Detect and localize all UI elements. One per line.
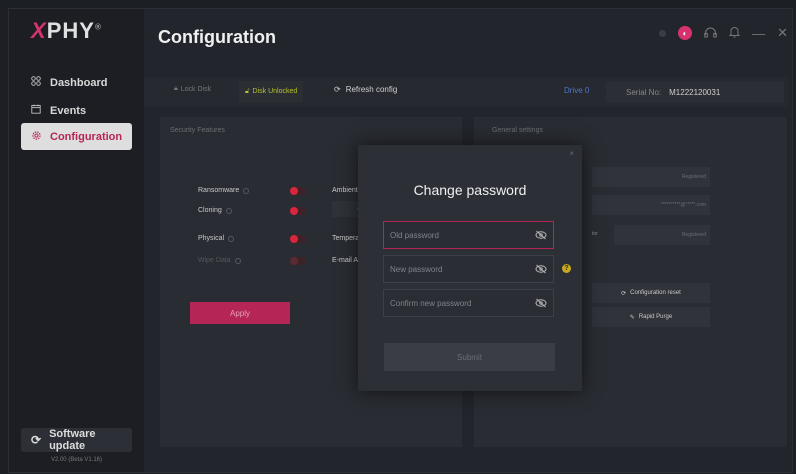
sidebar-item-dashboard[interactable]: Dashboard [21, 69, 132, 96]
ransomware-toggle[interactable] [290, 187, 306, 195]
sidebar: XPHY® Dashboard Events Configuration ⟳ S… [9, 9, 144, 472]
registration-status-2: Registered [614, 225, 710, 245]
info-icon[interactable] [228, 235, 235, 242]
refresh-icon: ⟳ [621, 290, 627, 297]
new-password-field[interactable] [383, 255, 554, 283]
minimize-icon[interactable]: — [752, 26, 765, 41]
physical-toggle[interactable] [290, 235, 306, 243]
info-icon[interactable] [225, 207, 232, 214]
close-icon[interactable]: × [569, 149, 574, 158]
disk-unlocked-button[interactable]: 🔓︎ Disk Unlocked [239, 81, 304, 102]
refresh-icon: ⟳ [334, 85, 341, 94]
gear-icon [29, 130, 43, 144]
brush-icon: ✎ [629, 314, 635, 321]
bell-icon[interactable] [728, 26, 741, 41]
close-icon[interactable]: ✕ [777, 25, 788, 41]
serial-number: Serial No: M1222120031 [606, 82, 784, 102]
refresh-icon: ⟳ [31, 433, 42, 447]
help-icon[interactable]: ? [562, 264, 571, 273]
eye-off-icon[interactable] [535, 230, 547, 240]
drive-selector[interactable]: Drive 0 [564, 86, 589, 95]
old-password-field[interactable] [383, 221, 554, 249]
confirm-password-input[interactable] [390, 298, 530, 308]
eye-off-icon[interactable] [535, 298, 547, 308]
sidebar-item-label: Events [50, 104, 87, 117]
configuration-reset-button[interactable]: ⟳ Configuration reset [592, 283, 710, 303]
rapid-purge-button[interactable]: ✎ Rapid Purge [592, 307, 710, 327]
ambient-label: Ambient [332, 187, 358, 194]
apply-button[interactable]: Apply [190, 302, 290, 324]
temperature-label: Temperat [332, 235, 362, 242]
sidebar-item-label: Dashboard [50, 76, 108, 89]
wipe-data-toggle[interactable] [290, 257, 306, 265]
user-status-icon[interactable]: ◐ [678, 26, 693, 40]
software-update-button[interactable]: ⟳ Software update [21, 428, 132, 452]
ransomware-row: Ransomware [198, 187, 250, 194]
dialog-title: Change password [413, 182, 527, 198]
window-controls: ◐ — ✕ [659, 25, 788, 41]
change-password-dialog: × Change password ? Submit [358, 145, 582, 391]
panel-title: Security Features [170, 127, 225, 134]
status-dot [659, 29, 667, 37]
refresh-config-button[interactable]: ⟳ Refresh config [334, 85, 397, 94]
sidebar-item-configuration[interactable]: Configuration [21, 123, 132, 150]
email-field[interactable]: **********@*****.com [592, 195, 710, 215]
xphy-logo: XPHY® [31, 18, 102, 43]
unlock-icon: 🔓︎ [245, 87, 250, 95]
old-password-input[interactable] [390, 230, 530, 240]
confirm-password-field[interactable] [383, 289, 554, 317]
panel-title: General settings [492, 127, 543, 134]
headset-icon[interactable] [704, 26, 717, 41]
cloning-toggle[interactable] [290, 207, 306, 215]
cloning-row: Cloning [198, 207, 232, 214]
new-password-input[interactable] [390, 264, 530, 274]
sidebar-item-events[interactable]: Events [21, 97, 132, 124]
page-title: Configuration [158, 27, 276, 47]
registration-status: Registered [592, 167, 710, 187]
version-label: V2.00 (Beta V1.16) [50, 457, 103, 463]
grid-icon [29, 76, 43, 89]
sidebar-item-label: Configuration [50, 130, 123, 143]
physical-row: Physical [198, 235, 235, 242]
field-label: tor [592, 231, 598, 237]
lock-disk-button[interactable]: 🔒︎ Lock Disk [174, 85, 211, 93]
config-toolbar: 🔒︎ Lock Disk 🔓︎ Disk Unlocked ⟳ Refresh … [144, 77, 789, 107]
calendar-icon [29, 104, 43, 117]
eye-off-icon[interactable] [535, 264, 547, 274]
lock-icon: 🔒︎ [174, 85, 178, 92]
submit-button[interactable]: Submit [384, 343, 555, 371]
wipe-data-row: Wipe Data [198, 257, 241, 264]
info-icon[interactable] [234, 257, 241, 264]
info-icon[interactable] [243, 187, 250, 194]
